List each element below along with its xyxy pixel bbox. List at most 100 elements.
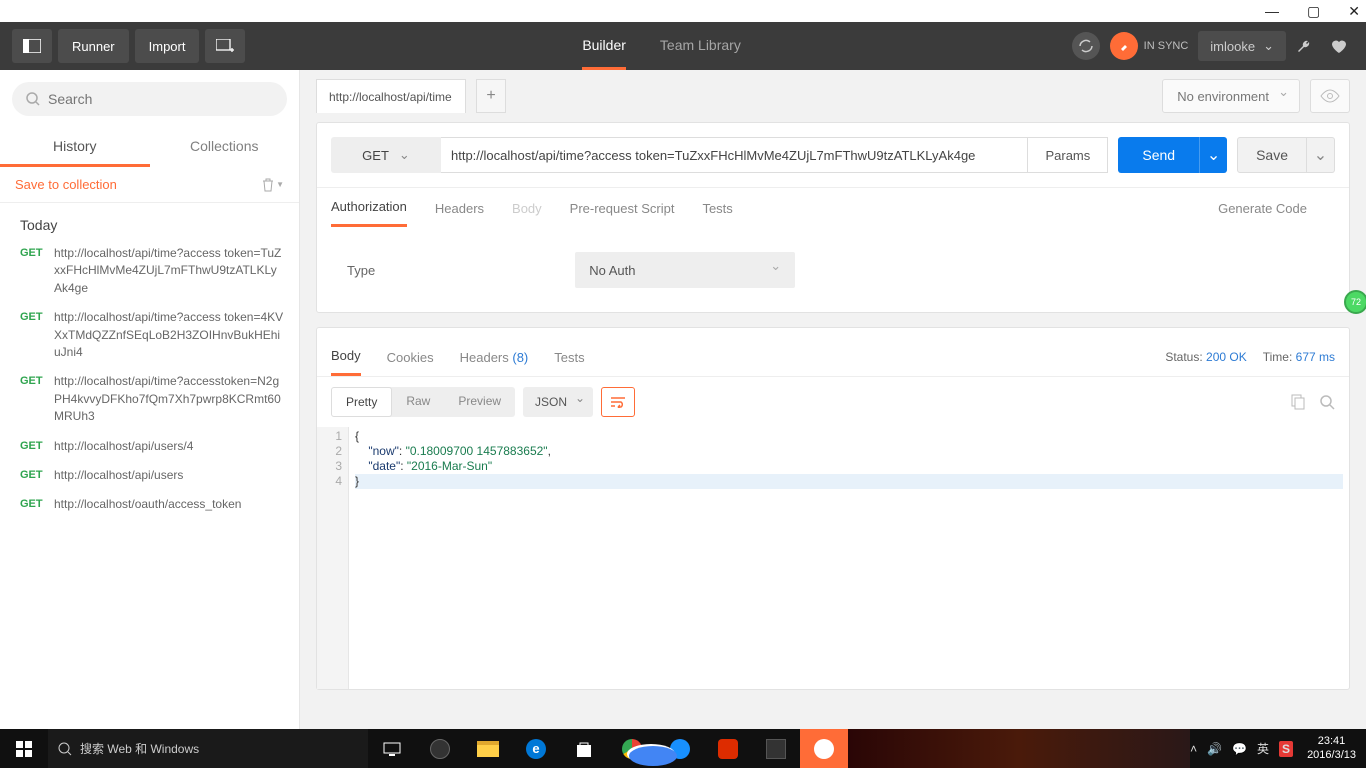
toggle-sidebar-button[interactable]	[12, 29, 52, 63]
response-cookies-tab[interactable]: Cookies	[387, 340, 434, 375]
windows-icon	[16, 741, 32, 757]
builder-tab[interactable]: Builder	[582, 23, 626, 70]
environment-preview-button[interactable]	[1310, 79, 1350, 113]
wrap-lines-button[interactable]	[601, 387, 635, 417]
history-item[interactable]: GEThttp://localhost/api/users	[0, 461, 299, 490]
url-input[interactable]	[441, 137, 1028, 173]
tray-expand-icon[interactable]: ˄	[1190, 742, 1197, 756]
raw-view[interactable]: Raw	[392, 387, 444, 417]
import-button[interactable]: Import	[135, 29, 200, 63]
taskbar-chrome[interactable]	[608, 729, 656, 768]
search-icon	[58, 742, 72, 756]
taskbar-app-6[interactable]	[704, 729, 752, 768]
history-method: GET	[20, 245, 54, 297]
search-icon	[1319, 394, 1335, 410]
response-body[interactable]: { "now": "0.18009700 1457883652", "date"…	[349, 427, 1349, 689]
taskbar-edge[interactable]: e	[512, 729, 560, 768]
sync-status-icon[interactable]	[1072, 32, 1100, 60]
taskbar-postman[interactable]	[800, 729, 848, 768]
taskbar-app-1[interactable]	[416, 729, 464, 768]
time-label: Time:	[1263, 350, 1293, 364]
notifications-icon[interactable]: 💬	[1232, 742, 1247, 756]
chevron-down-icon: ⌄	[1263, 38, 1274, 54]
search-response-button[interactable]	[1319, 394, 1335, 410]
user-dropdown[interactable]: imlooke ⌄	[1198, 31, 1286, 61]
environment-dropdown[interactable]: No environment	[1162, 79, 1300, 113]
settings-button[interactable]	[1296, 37, 1320, 55]
volume-icon[interactable]: 🔊	[1207, 742, 1222, 756]
team-library-tab[interactable]: Team Library	[660, 23, 741, 70]
save-options-button[interactable]: ⌄	[1307, 137, 1335, 173]
chevron-down-icon: ⌄	[399, 147, 410, 163]
response-body-tab[interactable]: Body	[331, 338, 361, 376]
history-method: GET	[20, 309, 54, 361]
history-item[interactable]: GEThttp://localhost/api/time?accesstoken…	[0, 367, 299, 431]
header-count: (8)	[512, 350, 528, 365]
send-button[interactable]: Send	[1118, 137, 1199, 173]
wrench-icon	[1296, 37, 1314, 55]
new-tab-button[interactable]: +	[476, 79, 506, 113]
authorization-tab[interactable]: Authorization	[331, 189, 407, 227]
body-tab[interactable]: Body	[512, 191, 542, 226]
save-button[interactable]: Save	[1237, 137, 1307, 173]
collections-tab[interactable]: Collections	[150, 128, 300, 167]
clear-history-button[interactable]: ▼	[262, 178, 284, 192]
prerequest-tab[interactable]: Pre-request Script	[570, 191, 675, 226]
heart-button[interactable]	[1330, 38, 1354, 54]
history-tab[interactable]: History	[0, 128, 150, 167]
history-item[interactable]: GEThttp://localhost/api/users/4	[0, 432, 299, 461]
clock-date: 2016/3/13	[1307, 749, 1356, 762]
params-button[interactable]: Params	[1028, 137, 1108, 173]
history-url: http://localhost/api/time?accesstoken=N2…	[54, 373, 284, 425]
copy-icon	[1289, 394, 1305, 410]
taskbar-app-7[interactable]	[752, 729, 800, 768]
chrome-icon	[622, 739, 642, 759]
clock-time: 23:41	[1307, 735, 1356, 748]
auth-type-dropdown[interactable]: No Auth	[575, 252, 795, 288]
history-item[interactable]: GEThttp://localhost/api/time?access toke…	[0, 303, 299, 367]
save-to-collection-link[interactable]: Save to collection	[15, 177, 117, 192]
store-icon	[575, 740, 593, 758]
response-headers-tab[interactable]: Headers (8)	[460, 340, 529, 375]
username-label: imlooke	[1210, 39, 1255, 54]
taskbar-search[interactable]: 搜索 Web 和 Windows	[48, 729, 368, 768]
generate-code-link[interactable]: Generate Code	[1218, 191, 1307, 226]
window-minimize[interactable]: —	[1265, 3, 1279, 19]
history-url: http://localhost/oauth/access_token	[54, 496, 284, 513]
window-maximize[interactable]: ▢	[1307, 3, 1320, 20]
preview-view[interactable]: Preview	[444, 387, 515, 417]
edge-icon: e	[526, 739, 546, 759]
headers-tab[interactable]: Headers	[435, 191, 484, 226]
window-close[interactable]: ✕	[1348, 3, 1360, 20]
sync-arrows-icon	[1078, 38, 1094, 54]
response-tests-tab[interactable]: Tests	[554, 340, 584, 375]
history-item[interactable]: GEThttp://localhost/oauth/access_token	[0, 490, 299, 519]
new-window-button[interactable]	[205, 29, 245, 63]
tests-tab[interactable]: Tests	[702, 191, 732, 226]
send-options-button[interactable]: ⌄	[1199, 137, 1227, 173]
sidebar-search[interactable]	[12, 82, 287, 116]
postman-icon	[814, 739, 834, 759]
body-language-dropdown[interactable]: JSON	[523, 387, 593, 417]
new-window-icon	[216, 39, 234, 53]
history-item[interactable]: GEThttp://localhost/api/time?access toke…	[0, 239, 299, 303]
taskbar-explorer[interactable]	[464, 729, 512, 768]
eye-icon	[1320, 89, 1340, 103]
history-url: http://localhost/api/users	[54, 467, 284, 484]
auth-type-label: Type	[347, 263, 375, 278]
tray-app-icon[interactable]: S	[1279, 741, 1293, 757]
notification-badge[interactable]: 72	[1344, 290, 1366, 314]
task-view-button[interactable]	[368, 729, 416, 768]
start-button[interactable]	[0, 729, 48, 768]
taskbar-clock[interactable]: 23:41 2016/3/13	[1301, 735, 1362, 761]
method-dropdown[interactable]: GET ⌄	[331, 137, 441, 173]
ime-indicator[interactable]: 英	[1257, 740, 1269, 757]
runner-button[interactable]: Runner	[58, 29, 129, 63]
trash-icon	[262, 178, 274, 192]
pretty-view[interactable]: Pretty	[331, 387, 392, 417]
status-value: 200 OK	[1206, 350, 1247, 364]
search-input[interactable]	[48, 91, 273, 107]
request-tab[interactable]: http://localhost/api/time	[316, 79, 466, 113]
taskbar-store[interactable]	[560, 729, 608, 768]
copy-response-button[interactable]	[1289, 394, 1305, 410]
